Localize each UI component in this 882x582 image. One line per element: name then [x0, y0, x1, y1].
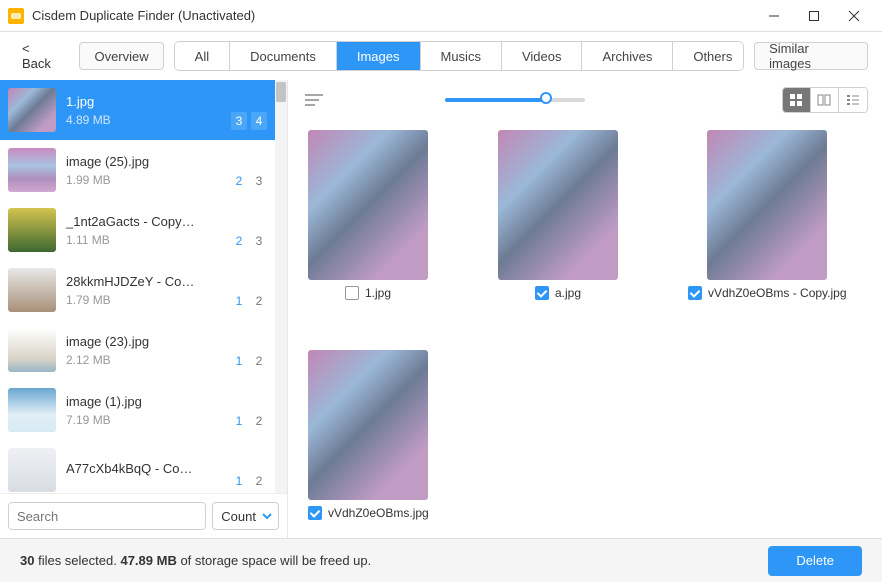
scrollbar[interactable] — [275, 80, 287, 493]
select-checkbox[interactable] — [535, 286, 549, 300]
thumbnail — [707, 130, 827, 280]
thumbnail — [8, 148, 56, 192]
sidebar-list: 1.jpg 4.89 MB 34 image (25).jpg 1.99 MB … — [0, 80, 287, 493]
thumbnail — [8, 208, 56, 252]
app-icon — [8, 8, 24, 24]
scrollbar-thumb[interactable] — [276, 82, 286, 102]
select-checkbox[interactable] — [308, 506, 322, 520]
overview-button[interactable]: Overview — [79, 42, 163, 70]
select-checkbox[interactable] — [345, 286, 359, 300]
duplicate-counts: 23 — [231, 172, 267, 190]
hamburger-icon — [305, 93, 323, 107]
thumbnail-size-slider[interactable] — [445, 98, 585, 102]
filter-musics[interactable]: Musics — [421, 42, 502, 70]
duplicate-counts: 34 — [231, 112, 267, 130]
list-item[interactable]: 28kkmHJDZeY - Copy.j... 1.79 MB 12 — [0, 260, 287, 320]
grid-item[interactable]: vVdhZ0eOBms - Copy.jpg — [688, 130, 847, 300]
thumbnail — [8, 268, 56, 312]
thumbnail — [8, 388, 56, 432]
file-name: vVdhZ0eOBms - Copy.jpg — [708, 286, 847, 300]
file-name: A77cXb4kBqQ - Copy.j... — [66, 461, 196, 476]
sidebar: 1.jpg 4.89 MB 34 image (25).jpg 1.99 MB … — [0, 80, 288, 538]
filter-archives[interactable]: Archives — [582, 42, 673, 70]
list-item[interactable]: _1nt2aGacts - Copy (2)... 1.11 MB 23 — [0, 200, 287, 260]
filter-tabs: AllDocumentsImagesMusicsVideosArchivesOt… — [174, 41, 744, 71]
select-checkbox[interactable] — [688, 286, 702, 300]
grid-icon — [789, 93, 803, 107]
file-name: image (25).jpg — [66, 154, 196, 169]
grid-item[interactable]: vVdhZ0eOBms.jpg — [308, 350, 429, 520]
delete-button[interactable]: Delete — [768, 546, 862, 576]
back-button[interactable]: < Back — [14, 35, 69, 77]
thumbnail — [308, 350, 428, 500]
duplicate-counts: 12 — [231, 292, 267, 310]
grid-item[interactable]: 1.jpg — [308, 130, 428, 300]
content-area: 1.jpg a.jpg vVdhZ0eOBms - Copy.jpg vVdhZ… — [288, 80, 882, 538]
statusbar: 30 files selected. 47.89 MB of storage s… — [0, 538, 882, 582]
duplicate-counts: 12 — [231, 352, 267, 370]
list-item[interactable]: image (1).jpg 7.19 MB 12 — [0, 380, 287, 440]
thumbnail — [8, 88, 56, 132]
duplicate-counts: 12 — [231, 412, 267, 430]
duplicate-counts: 23 — [231, 232, 267, 250]
file-name: 1.jpg — [365, 286, 391, 300]
list-item[interactable]: image (25).jpg 1.99 MB 23 — [0, 140, 287, 200]
list-options-icon[interactable] — [302, 90, 326, 110]
list-item[interactable]: A77cXb4kBqQ - Copy.j... 12 — [0, 440, 287, 493]
search-input[interactable] — [8, 502, 206, 530]
titlebar: Cisdem Duplicate Finder (Unactivated) — [0, 0, 882, 32]
file-name: _1nt2aGacts - Copy (2)... — [66, 214, 196, 229]
file-name: 1.jpg — [66, 94, 196, 109]
compare-icon — [817, 93, 831, 107]
maximize-button[interactable] — [794, 4, 834, 28]
file-name: 28kkmHJDZeY - Copy.j... — [66, 274, 196, 289]
sort-select-label: Count — [221, 509, 256, 524]
view-mode-group — [782, 87, 868, 113]
thumbnail — [8, 448, 56, 492]
file-name: vVdhZ0eOBms.jpg — [328, 506, 429, 520]
main-area: 1.jpg 4.89 MB 34 image (25).jpg 1.99 MB … — [0, 80, 882, 538]
thumbnail — [8, 328, 56, 372]
filter-all[interactable]: All — [175, 42, 230, 70]
list-item[interactable]: 1.jpg 4.89 MB 34 — [0, 80, 287, 140]
close-button[interactable] — [834, 4, 874, 28]
list-view-button[interactable] — [839, 88, 867, 112]
file-name: image (1).jpg — [66, 394, 196, 409]
slider-thumb[interactable] — [540, 92, 552, 104]
window-title: Cisdem Duplicate Finder (Unactivated) — [32, 8, 754, 23]
minimize-button[interactable] — [754, 4, 794, 28]
status-text: 30 files selected. 47.89 MB of storage s… — [20, 553, 371, 568]
sort-select[interactable]: Count — [212, 502, 279, 530]
filter-documents[interactable]: Documents — [230, 42, 337, 70]
content-toolbar — [288, 80, 882, 120]
similar-images-button[interactable]: Similar images — [754, 42, 868, 70]
grid-item[interactable]: a.jpg — [498, 130, 618, 300]
compare-view-button[interactable] — [811, 88, 839, 112]
thumbnail — [498, 130, 618, 280]
list-icon — [846, 93, 860, 107]
duplicate-counts: 12 — [231, 472, 267, 490]
chevron-down-icon — [261, 510, 273, 522]
thumbnail-grid: 1.jpg a.jpg vVdhZ0eOBms - Copy.jpg vVdhZ… — [288, 120, 882, 538]
toolbar: < Back Overview AllDocumentsImagesMusics… — [0, 32, 882, 80]
thumbnail — [308, 130, 428, 280]
file-name: image (23).jpg — [66, 334, 196, 349]
list-item[interactable]: image (23).jpg 2.12 MB 12 — [0, 320, 287, 380]
filter-images[interactable]: Images — [337, 42, 421, 70]
grid-view-button[interactable] — [783, 88, 811, 112]
filter-videos[interactable]: Videos — [502, 42, 583, 70]
file-name: a.jpg — [555, 286, 581, 300]
filter-others[interactable]: Others — [673, 42, 744, 70]
